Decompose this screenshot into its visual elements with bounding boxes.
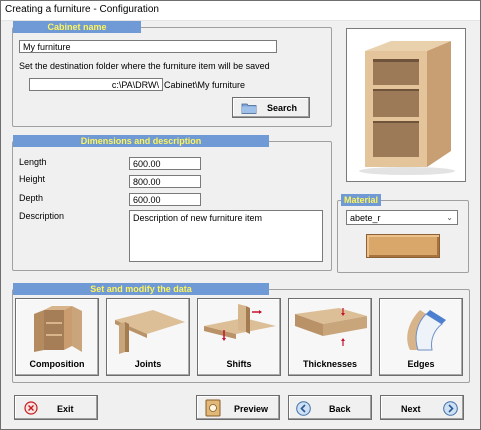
arrow-right-icon (443, 401, 458, 416)
exit-button[interactable]: Exit (14, 395, 98, 420)
folder-icon (241, 103, 257, 114)
edges-tile[interactable]: Edges (379, 298, 463, 376)
window-title: Creating a furniture - Configuration (5, 4, 159, 15)
material-banner: Material (341, 194, 381, 206)
cabinet-name-input[interactable]: My furniture (19, 40, 277, 53)
depth-input[interactable]: 600.00 (129, 193, 201, 206)
thicknesses-tile[interactable]: Thicknesses (288, 298, 372, 376)
description-label: Description (19, 211, 65, 221)
material-swatch (366, 234, 440, 258)
cabinet-open-icon (34, 306, 82, 352)
panel-thickness-icon (295, 308, 367, 346)
joints-tile[interactable]: Joints (106, 298, 190, 376)
height-label: Height (19, 174, 46, 184)
length-input[interactable]: 600.00 (129, 157, 201, 170)
shifts-tile[interactable]: Shifts (197, 298, 281, 376)
search-button[interactable]: Search (232, 97, 310, 118)
cabinet-3d-icon (359, 41, 455, 175)
edge-band-icon (407, 310, 446, 351)
wood-joint-icon (115, 310, 185, 354)
description-textarea[interactable]: Description of new furniture item (129, 210, 323, 262)
exit-icon (24, 401, 38, 415)
material-selected-value: abete_r (350, 213, 381, 223)
preview-icon (205, 399, 221, 417)
exit-button-label: Exit (57, 404, 74, 414)
depth-label: Depth (19, 193, 44, 203)
back-button-label: Back (329, 404, 351, 414)
composition-label: Composition (29, 359, 85, 369)
preview-button[interactable]: Preview (196, 395, 280, 420)
cabinet-preview (346, 28, 466, 182)
height-input[interactable]: 800.00 (129, 175, 201, 188)
joints-label: Joints (134, 359, 162, 369)
composition-tile[interactable]: Composition (15, 298, 99, 376)
chevron-down-icon: ⌄ (446, 213, 453, 222)
next-button-label: Next (401, 404, 421, 414)
folder-prompt-label: Set the destination folder where the fur… (19, 61, 270, 71)
preview-button-label: Preview (234, 404, 269, 414)
folder-path-input[interactable]: c:\PA\DRW\ (29, 78, 163, 91)
back-button[interactable]: Back (288, 395, 372, 420)
length-label: Length (19, 157, 47, 167)
edges-label: Edges (407, 359, 435, 369)
title-bar: Creating a furniture - Configuration (0, 0, 481, 21)
modify-banner: Set and modify the data (13, 283, 269, 295)
material-select[interactable]: abete_r ⌄ (346, 210, 458, 225)
shifts-label: Shifts (226, 359, 252, 369)
folder-suffix-label: Cabinet\My furniture (164, 80, 246, 90)
cabinet-name-banner: Cabinet name (13, 21, 141, 33)
thicknesses-label: Thicknesses (302, 359, 358, 369)
next-button[interactable]: Next (380, 395, 464, 420)
panel-shift-icon (204, 304, 276, 341)
search-button-label: Search (267, 103, 298, 113)
arrow-left-icon (296, 401, 311, 416)
dimensions-banner: Dimensions and description (13, 135, 269, 147)
